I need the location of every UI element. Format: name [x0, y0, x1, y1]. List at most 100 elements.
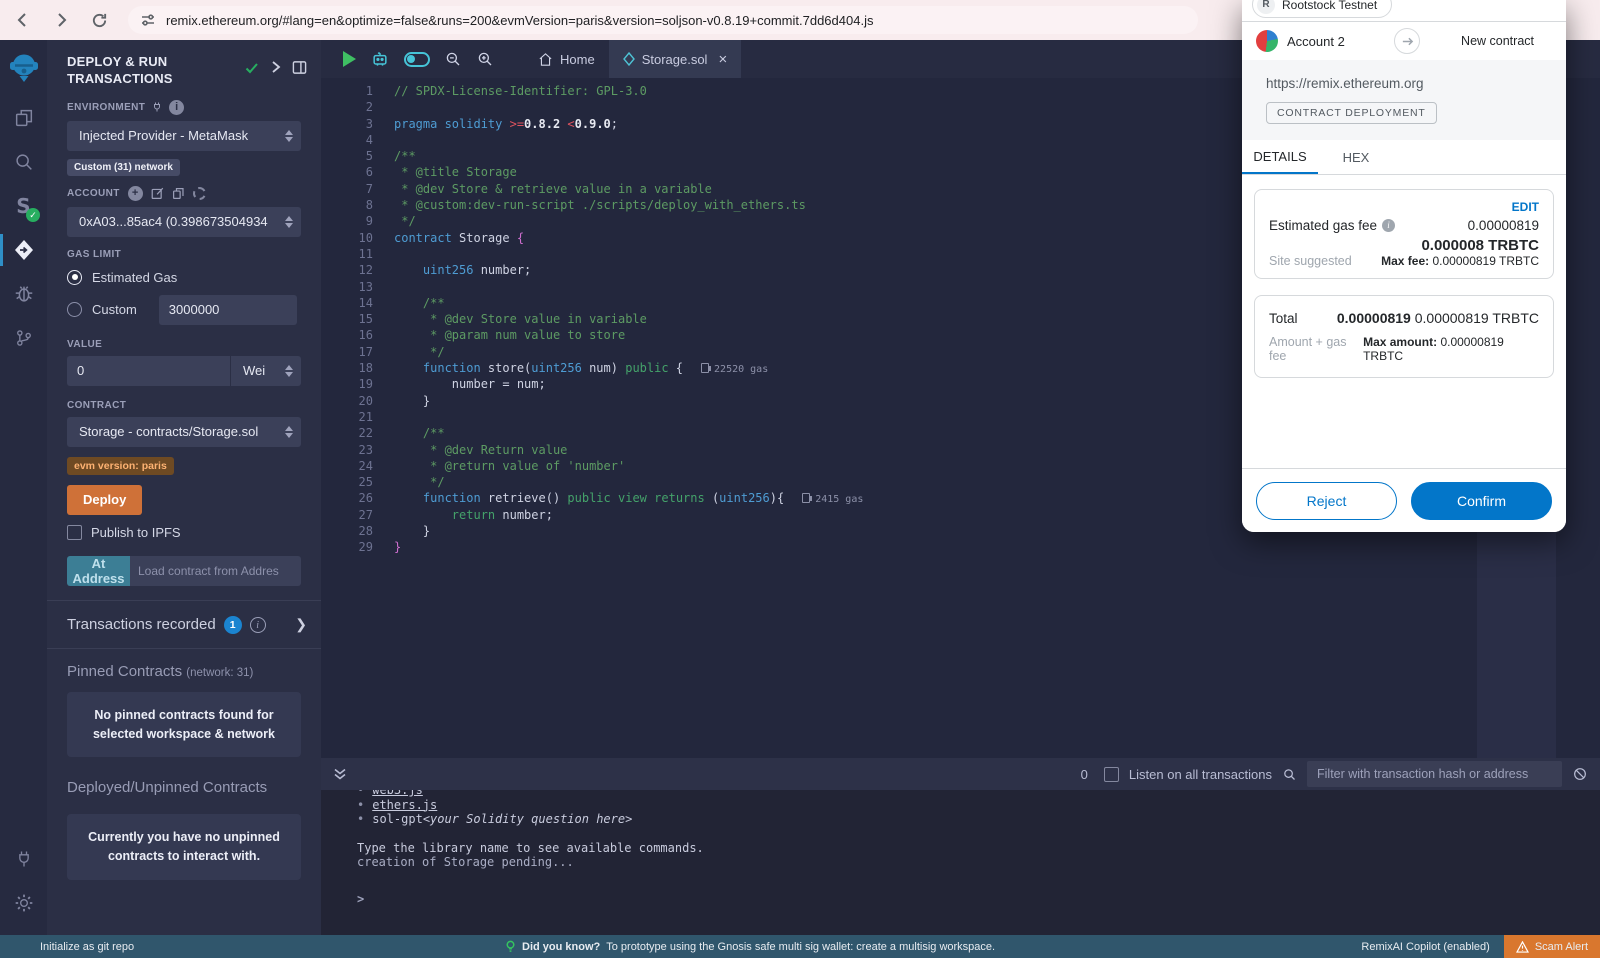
zoom-out-icon[interactable] [444, 50, 462, 68]
total-card: Total 0.00000819 0.00000819 TRBTC Amount… [1254, 295, 1554, 378]
select-arrows-icon [285, 426, 293, 438]
sidebar-item-file-explorer[interactable] [0, 96, 47, 140]
network-pill[interactable]: R Rootstock Testnet [1252, 0, 1392, 18]
line-number: 1 [321, 83, 373, 99]
line-number: 7 [321, 181, 373, 197]
zoom-in-icon[interactable] [476, 50, 494, 68]
clear-terminal-icon[interactable] [1572, 766, 1588, 782]
add-account-icon[interactable]: + [128, 186, 143, 201]
forward-icon[interactable] [46, 5, 76, 35]
deploy-button[interactable]: Deploy [67, 485, 142, 515]
terminal-link[interactable]: web3.js [372, 790, 423, 798]
transactions-recorded-row[interactable]: Transactions recorded 1 i ❯ [47, 601, 321, 648]
line-number: 26 [321, 490, 373, 506]
did-you-know-tip: Did you know? To prototype using the Gno… [505, 940, 995, 953]
close-tab-icon[interactable]: × [718, 51, 727, 68]
origin-url: https://remix.ethereum.org [1266, 76, 1542, 91]
terminal-prompt[interactable]: > [357, 892, 1600, 906]
terminal-filter-input[interactable] [1307, 761, 1562, 787]
line-number: 24 [321, 458, 373, 474]
info-icon[interactable]: i [250, 617, 266, 633]
warning-icon [1516, 941, 1529, 953]
line-number: 15 [321, 311, 373, 327]
ai-copilot-robot-icon[interactable] [370, 49, 390, 69]
contract-select[interactable]: Storage - contracts/Storage.sol [67, 417, 301, 447]
total-label: Total [1269, 311, 1298, 326]
gear-icon [14, 893, 34, 913]
tab-storage-sol[interactable]: Storage.sol × [609, 40, 742, 78]
run-script-icon[interactable] [343, 51, 356, 67]
copilot-toggle[interactable] [404, 52, 430, 67]
sidebar-item-git[interactable] [0, 316, 47, 360]
sidebar-item-settings[interactable] [0, 881, 47, 925]
line-number: 16 [321, 327, 373, 343]
tab-hex[interactable]: HEX [1318, 140, 1394, 174]
line-number: 20 [321, 393, 373, 409]
gas-icon [701, 363, 709, 373]
terminal-line: creation of Storage pending... [357, 855, 1600, 870]
at-address-button[interactable]: At Address [67, 556, 130, 586]
line-number: 4 [321, 132, 373, 148]
copy-icon[interactable] [172, 187, 185, 200]
sidebar-item-deploy-run[interactable] [0, 228, 47, 272]
tab-details[interactable]: DETAILS [1242, 140, 1318, 174]
account-label: ACCOUNT [67, 188, 120, 199]
amount-gas-label: Amount + gas fee [1269, 335, 1363, 363]
confirm-button[interactable]: Confirm [1411, 482, 1552, 520]
sidebar-item-plugin-manager[interactable] [0, 837, 47, 881]
sign-message-icon[interactable] [151, 187, 164, 200]
remix-logo[interactable] [0, 40, 47, 96]
line-number: 17 [321, 344, 373, 360]
tab-home[interactable]: Home [524, 40, 609, 78]
environment-select[interactable]: Injected Provider - MetaMask [67, 121, 301, 151]
terminal-link[interactable]: ethers.js [372, 798, 437, 813]
plug-icon[interactable] [151, 101, 163, 113]
line-number: 14 [321, 295, 373, 311]
copilot-status[interactable]: RemixAI Copilot (enabled) [1361, 941, 1489, 953]
code-line: 29} [321, 539, 1600, 555]
listen-transactions-checkbox[interactable] [1104, 767, 1119, 782]
estimated-gas-radio[interactable] [67, 270, 82, 285]
chevron-right-icon[interactable] [270, 60, 282, 74]
line-number: 5 [321, 148, 373, 164]
sidebar-item-debugger[interactable] [0, 272, 47, 316]
value-input[interactable] [67, 356, 230, 386]
line-number: 13 [321, 279, 373, 295]
deploy-run-icon [12, 238, 36, 262]
git-branch-icon [14, 328, 34, 348]
line-number: 28 [321, 523, 373, 539]
terminal-header: 0 Listen on all transactions [321, 758, 1600, 790]
custom-gas-input[interactable] [159, 295, 297, 325]
sidebar-item-solidity-compiler[interactable]: S ✓ [0, 184, 47, 228]
custom-gas-radio[interactable] [67, 302, 82, 317]
info-icon[interactable]: i [1382, 219, 1395, 232]
reload-icon[interactable] [84, 5, 114, 35]
environment-info-icon[interactable]: i [169, 100, 184, 115]
collapse-terminal-icon[interactable] [333, 767, 347, 781]
address-bar[interactable]: remix.ethereum.org/#lang=en&optimize=fal… [128, 6, 1198, 34]
screen: remix.ethereum.org/#lang=en&optimize=fal… [0, 0, 1600, 958]
at-address-input[interactable] [130, 556, 301, 586]
edit-gas-link[interactable]: EDIT [1269, 200, 1539, 214]
scam-alert-button[interactable]: Scam Alert [1504, 935, 1600, 958]
check-icon [244, 60, 260, 76]
lightbulb-icon [505, 940, 516, 953]
detail-tabs: DETAILS HEX [1242, 140, 1566, 175]
value-unit-select[interactable]: Wei [230, 356, 301, 386]
avatar [1256, 30, 1278, 52]
chevron-right-icon[interactable]: ❯ [295, 616, 307, 633]
reject-button[interactable]: Reject [1256, 482, 1397, 520]
select-arrows-icon [285, 216, 293, 228]
publish-ipfs-checkbox[interactable] [67, 525, 82, 540]
account-select[interactable]: 0xA03...85ac4 (0.398673504934 [67, 207, 301, 237]
site-settings-icon[interactable] [140, 12, 156, 28]
line-number: 3 [321, 116, 373, 132]
sidebar-item-search[interactable] [0, 140, 47, 184]
terminal[interactable]: •web3.js•ethers.js•sol-gpt <your Solidit… [321, 790, 1600, 935]
network-badge: Custom (31) network [67, 159, 180, 176]
pin-panel-icon[interactable] [292, 60, 307, 75]
line-number: 22 [321, 425, 373, 441]
line-number: 21 [321, 409, 373, 425]
git-init-status[interactable]: Initialize as git repo [40, 941, 134, 953]
back-icon[interactable] [8, 5, 38, 35]
